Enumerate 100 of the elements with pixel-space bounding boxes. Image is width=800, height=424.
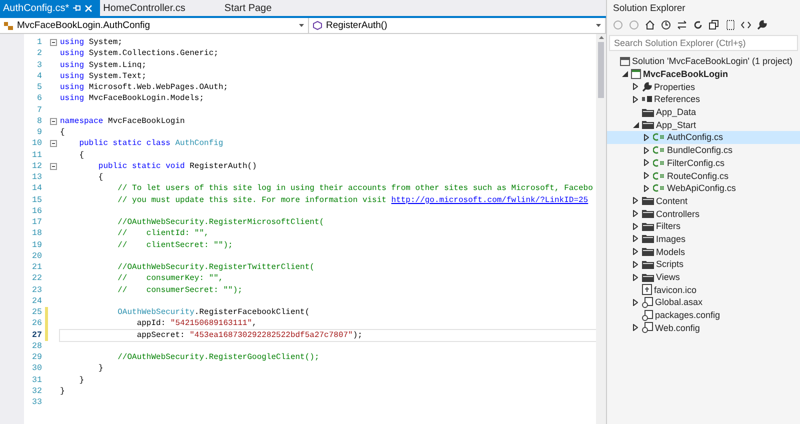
line-number: 23 — [31, 286, 42, 295]
collapsed-arrow-icon[interactable] — [633, 83, 638, 90]
expanded-arrow-icon[interactable] — [632, 122, 638, 128]
url-link[interactable]: http://go.microsoft.com/fwlink/?LinkID=25 — [391, 196, 588, 204]
tree-item[interactable]: packages.config — [607, 308, 800, 322]
line-number: 18 — [31, 229, 42, 238]
code-line: // you must update this site. For more information visit http://go.microsoft.com/fwlink/?LinkID=25 — [116, 194, 588, 206]
collapsed-arrow-icon[interactable] — [633, 210, 638, 218]
line-number: 7 — [36, 106, 42, 115]
collapse-icon[interactable] — [50, 140, 56, 148]
collapsed-arrow-icon[interactable] — [644, 159, 649, 166]
code-line: using Microsoft.Web.WebPages.OAuth; — [60, 82, 228, 94]
collapsed-arrow-icon[interactable] — [633, 260, 638, 268]
folder-icon — [642, 120, 654, 130]
tree-item[interactable]: RouteConfig.cs — [607, 169, 800, 182]
line-number: 25 — [31, 308, 42, 318]
file-tab[interactable]: AuthConfig.cs* — [0, 0, 100, 16]
tree-item[interactable]: References — [607, 93, 800, 106]
code-line: } — [60, 386, 65, 397]
code-line: // clientSecret: ""); — [116, 240, 233, 251]
sync-icon[interactable] — [677, 20, 687, 30]
line-number: 22 — [31, 274, 42, 284]
collapsed-arrow-icon[interactable] — [633, 235, 638, 242]
home-icon[interactable] — [645, 20, 655, 30]
line-number: 2 — [36, 49, 42, 58]
tree-item[interactable]: WebApiConfig.cs — [607, 182, 800, 195]
show-all-files-icon[interactable] — [725, 20, 735, 30]
line-number: 31 — [31, 376, 42, 385]
file-tab[interactable]: Start Page — [221, 0, 280, 16]
csharp-file-icon — [653, 158, 665, 167]
panel-title: Solution Explorer — [612, 2, 686, 16]
collapse-icon[interactable] — [50, 39, 56, 46]
tree-item[interactable]: Properties — [607, 80, 800, 94]
scroll-up-icon[interactable] — [598, 36, 604, 39]
collapsed-arrow-icon[interactable] — [633, 324, 638, 332]
collapsed-arrow-icon[interactable] — [633, 298, 638, 306]
collapsed-arrow-icon[interactable] — [644, 172, 649, 180]
line-number: 19 — [31, 240, 42, 250]
collapse-icon[interactable] — [50, 118, 56, 125]
tree-item[interactable]: MvcFaceBookLogin — [607, 68, 800, 80]
line-number: 4 — [36, 72, 42, 81]
wrench-icon[interactable] — [757, 20, 767, 30]
line-number: 11 — [31, 150, 42, 160]
search-field[interactable]: Search Solution Explorer (Ctrl+ş) — [609, 35, 798, 51]
method-icon — [313, 21, 322, 30]
code-line: using System.Collections.Generic; — [60, 48, 218, 60]
history-icon[interactable] — [661, 20, 671, 30]
tree-item[interactable]: Web.config — [607, 321, 800, 334]
tree-item[interactable]: Filters — [607, 220, 800, 233]
refresh-icon[interactable] — [693, 20, 703, 30]
code-line: // consumerSecret: ""); — [116, 284, 242, 296]
collapsed-arrow-icon[interactable] — [644, 146, 649, 154]
tree-item[interactable]: Views — [607, 270, 800, 284]
collapse-all-icon[interactable] — [709, 20, 719, 30]
code-line: //OAuthWebSecurity.RegisterGoogleClient(); — [116, 352, 320, 364]
line-number: 6 — [36, 94, 42, 104]
tree-item[interactable]: Solution 'MvcFaceBookLogin' (1 project) — [607, 55, 800, 68]
file-tab[interactable]: HomeController.cs — [100, 0, 194, 16]
collapsed-arrow-icon[interactable] — [633, 197, 638, 204]
collapse-icon[interactable] — [50, 162, 56, 170]
collapsed-arrow-icon[interactable] — [633, 248, 638, 256]
collapsed-arrow-icon[interactable] — [633, 222, 638, 230]
pin-icon[interactable] — [73, 4, 82, 12]
line-number: 32 — [31, 386, 42, 396]
collapsed-arrow-icon[interactable] — [644, 134, 649, 141]
tree-item[interactable]: favicon.ico — [607, 283, 800, 296]
tree-item[interactable]: Images — [607, 232, 800, 246]
tree-item[interactable]: Global.asax — [607, 296, 800, 309]
line-number: 17 — [31, 218, 42, 228]
tree-item[interactable]: App_Data — [607, 106, 800, 118]
line-number: 8 — [36, 116, 42, 126]
tree-item[interactable]: AuthConfig.cs — [607, 131, 800, 144]
member-dropdown[interactable]: RegisterAuth() — [309, 18, 606, 33]
collapsed-arrow-icon[interactable] — [633, 274, 638, 281]
tree-item[interactable]: Content — [607, 194, 800, 208]
tree-item[interactable]: BundleConfig.cs — [607, 144, 800, 156]
file-icon — [642, 284, 652, 296]
line-number: 9 — [36, 128, 42, 138]
code-line: //OAuthWebSecurity.RegisterMicrosoftClient( — [116, 217, 324, 228]
collapsed-arrow-icon[interactable] — [633, 96, 638, 103]
expanded-arrow-icon[interactable] — [622, 71, 628, 78]
code-line: appId: "542150689163111", — [136, 318, 257, 330]
tree-item[interactable]: Scripts — [607, 258, 800, 271]
line-number: 26 — [31, 319, 42, 328]
code-line: // To let users of this site log in using their accounts from other sites such as Microsoft, Facebo — [116, 183, 593, 194]
web-project-icon — [631, 69, 641, 80]
tree-item[interactable]: FilterConfig.cs — [607, 156, 800, 170]
vertical-scrollbar[interactable] — [596, 34, 606, 424]
type-dropdown[interactable]: MvcFaceBookLogin.AuthConfig — [0, 18, 309, 33]
line-number: 27 — [31, 330, 42, 340]
dropdown-caret-icon — [596, 24, 601, 27]
csharp-file-icon — [653, 146, 665, 154]
code-icon[interactable] — [741, 21, 751, 29]
tree-item[interactable]: Models — [607, 245, 800, 258]
line-number: 13 — [31, 173, 42, 182]
collapsed-arrow-icon[interactable] — [644, 184, 649, 192]
class-icon — [4, 22, 13, 30]
tree-item[interactable]: App_Start — [607, 118, 800, 132]
tree-item[interactable]: Controllers — [607, 207, 800, 220]
close-icon[interactable] — [85, 4, 92, 12]
